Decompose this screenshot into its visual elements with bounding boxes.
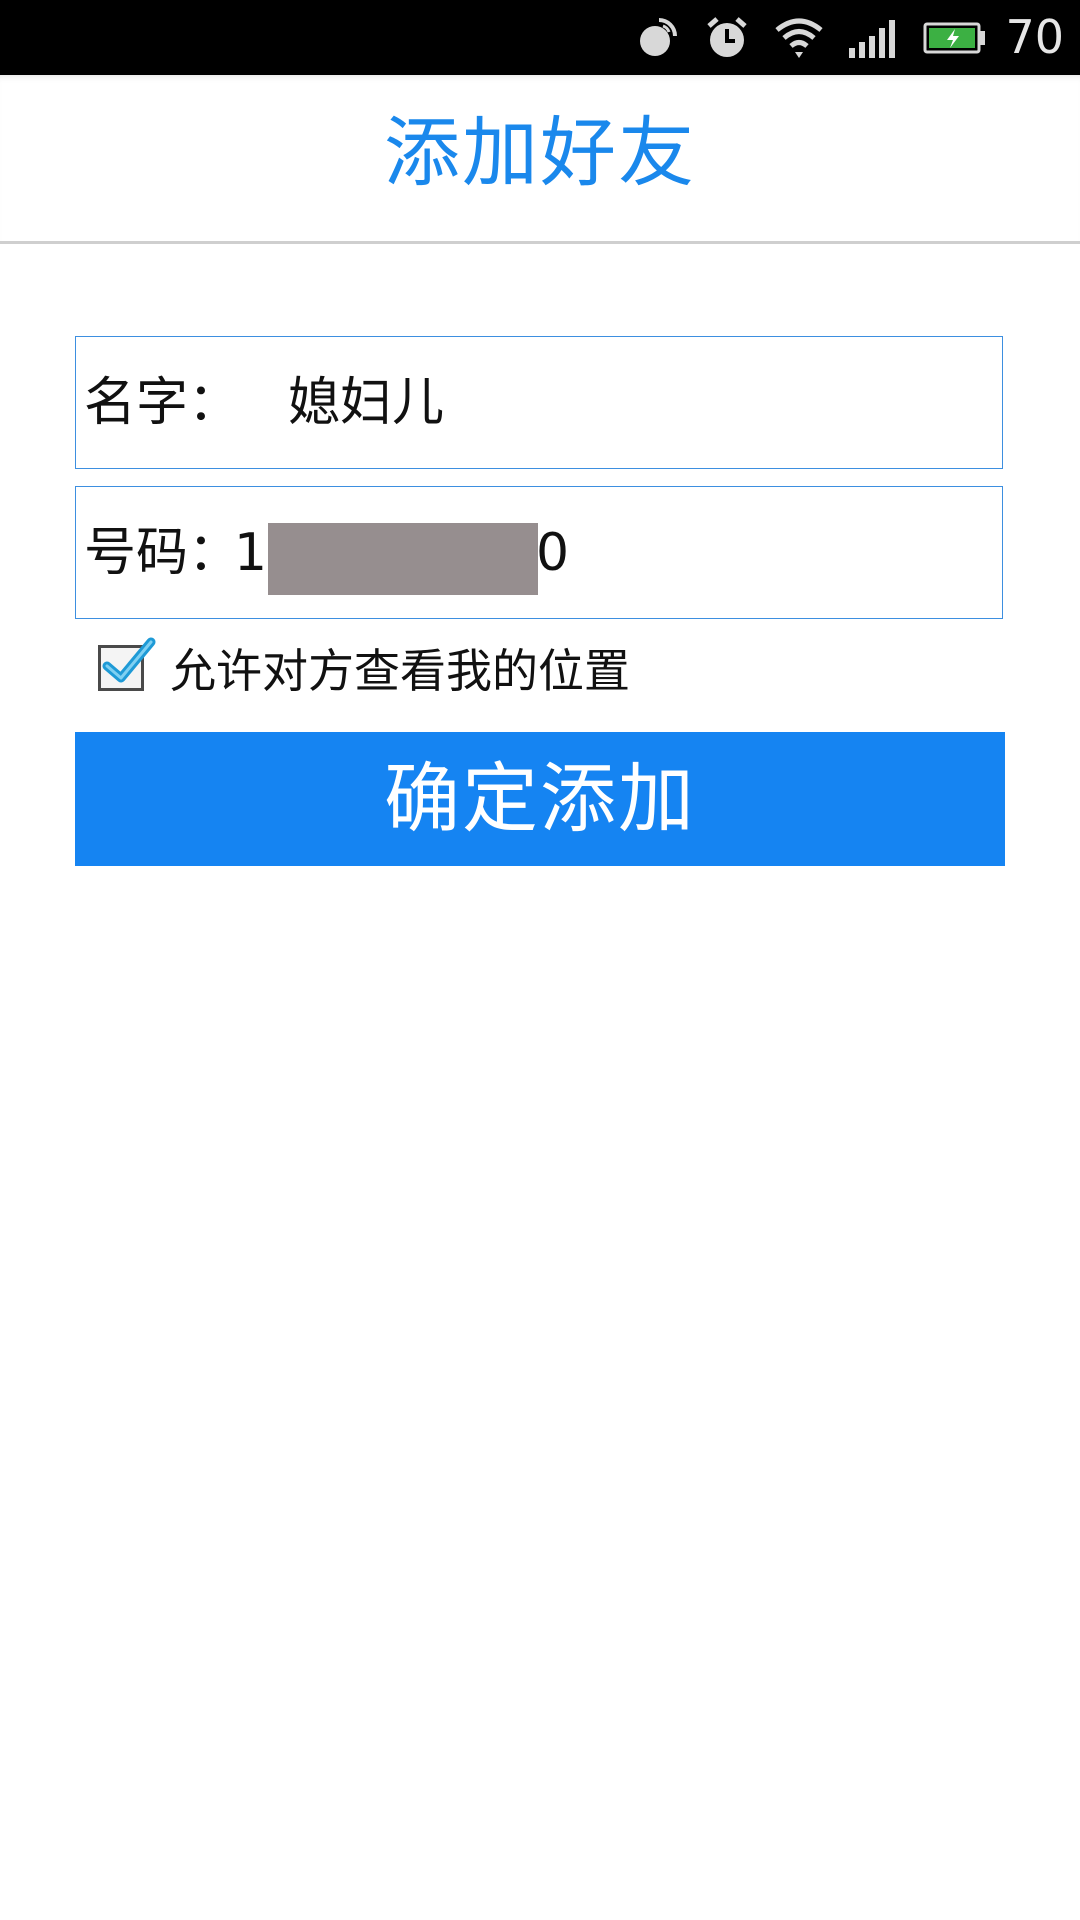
battery-percent: 70 [1005,10,1064,64]
checkmark-icon [102,637,156,683]
battery-icon [923,18,987,58]
confirm-add-button[interactable]: 确定添加 [75,732,1005,866]
redaction-block [268,523,538,595]
name-label: 名字： [84,373,241,433]
name-field[interactable]: 名字： 媳妇儿 [75,336,1003,469]
status-bar: 70 [0,0,1080,75]
page-title: 添加好友 [384,108,696,197]
allow-location-row[interactable]: 允许对方查看我的位置 [98,637,630,698]
phone-value-suffix[interactable]: 0 [536,487,569,620]
wifi-icon [773,14,825,62]
screen-rotation-icon [633,14,681,62]
phone-label: 号码： [84,523,241,583]
title-bar: 添加好友 [0,75,1080,244]
phone-value-prefix[interactable]: 1 [234,487,267,620]
phone-field[interactable]: 号码： 1 0 [75,486,1003,619]
allow-location-checkbox[interactable] [98,637,156,691]
allow-location-label: 允许对方查看我的位置 [170,644,630,698]
name-input-value[interactable]: 媳妇儿 [288,337,444,470]
alarm-icon [703,14,751,62]
signal-icon [847,14,901,62]
status-icons: 70 [633,0,1064,75]
